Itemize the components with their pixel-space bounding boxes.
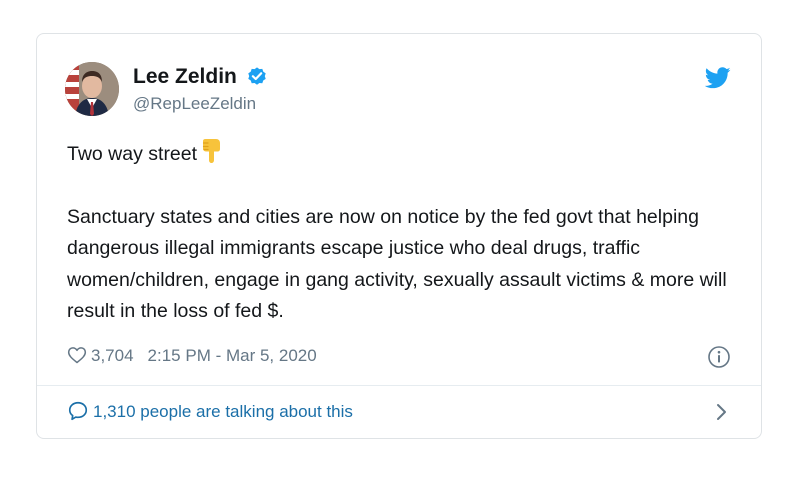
avatar[interactable]: [65, 62, 119, 116]
conversation-link[interactable]: 1,310 people are talking about this: [67, 400, 733, 426]
heart-icon[interactable]: [67, 345, 87, 365]
tweet-meta: 3,704 2:15 PM - Mar 5, 2020: [67, 345, 733, 371]
conversation-count-text[interactable]: 1,310 people are talking about this: [93, 402, 353, 421]
verified-badge-icon: [246, 66, 268, 88]
tweet-card: Lee Zeldin @RepLeeZeldin Two way street …: [36, 33, 762, 439]
tweet-header: Lee Zeldin @RepLeeZeldin: [65, 62, 733, 120]
tweet-text-line1-content: Two way street: [67, 143, 198, 165]
backhand-index-pointing-down-icon: [199, 138, 223, 164]
like-count[interactable]: 3,704: [91, 346, 134, 365]
divider: [37, 385, 761, 386]
chevron-right-icon[interactable]: [715, 402, 729, 422]
author-handle[interactable]: @RepLeeZeldin: [133, 94, 268, 114]
tweet-text: Two way street Sanctuary states and citi…: [67, 138, 747, 328]
tweet-timestamp[interactable]: 2:15 PM - Mar 5, 2020: [148, 346, 317, 365]
author-display-name[interactable]: Lee Zeldin: [133, 65, 237, 89]
twitter-bird-icon[interactable]: [704, 67, 731, 89]
info-icon[interactable]: [707, 345, 731, 369]
speech-bubble-icon: [67, 400, 89, 422]
tweet-text-line1: Two way street: [67, 138, 747, 171]
tweet-text-paragraph2: Sanctuary states and cities are now on n…: [67, 205, 727, 323]
author-block[interactable]: Lee Zeldin @RepLeeZeldin: [133, 65, 268, 114]
